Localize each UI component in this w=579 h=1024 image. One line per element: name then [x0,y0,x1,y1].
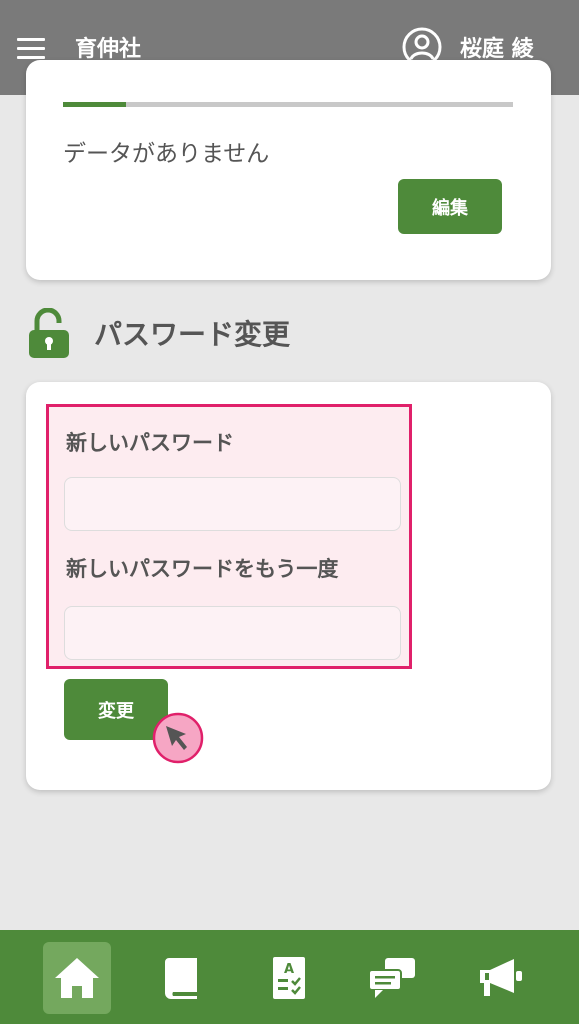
home-icon [55,958,99,998]
nav-tests[interactable]: A [255,942,323,1014]
password-fields-highlight: 新しいパスワード 新しいパスワードをもう一度 [46,404,412,669]
nav-announcements[interactable] [466,942,534,1014]
data-card: データがありません 編集 [26,60,551,280]
unlock-icon [29,308,69,358]
section-title: パスワード変更 [94,318,291,351]
book-icon [165,958,197,999]
password-card: 新しいパスワード 新しいパスワードをもう一度 変更 [26,382,551,790]
progress-bar [63,102,513,107]
megaphone-icon [480,959,522,996]
empty-message: データがありません [63,141,270,167]
menu-icon[interactable] [17,38,45,59]
user-name[interactable]: 桜庭 綾 [460,31,534,63]
new-password-label: 新しいパスワード [66,431,234,455]
app-title: 育伸社 [75,37,142,62]
confirm-password-label: 新しいパスワードをもう一度 [66,557,339,581]
progress-fill [63,102,126,107]
nav-home[interactable] [43,942,111,1014]
edit-button[interactable]: 編集 [398,179,502,234]
cursor-pointer-icon [152,712,204,764]
bottom-nav: A [0,930,579,1024]
chat-icon [368,958,415,998]
svg-text:A: A [284,962,294,977]
confirm-password-input[interactable] [64,606,401,660]
nav-books[interactable] [149,942,217,1014]
nav-messages[interactable] [358,942,426,1014]
new-password-input[interactable] [64,477,401,531]
test-sheet-icon: A [273,957,305,999]
